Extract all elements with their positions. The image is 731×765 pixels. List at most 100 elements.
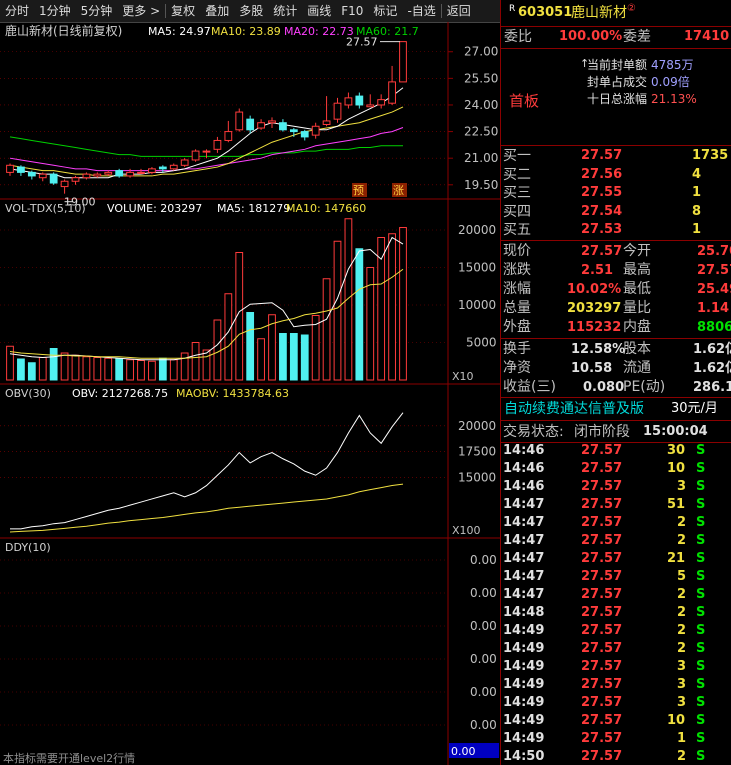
code-prefix: R — [509, 4, 516, 14]
status-label: 交易状态: — [503, 424, 564, 440]
tick-price: 27.57 — [581, 533, 623, 548]
promo-price[interactable]: 30元/月 — [671, 399, 718, 419]
seal-row-label: 十日总涨幅 — [587, 92, 648, 106]
volume-bar — [300, 334, 309, 381]
stat-label: 流通 — [623, 360, 651, 376]
stat-label: 涨跌 — [503, 262, 531, 278]
volume-bar — [60, 352, 69, 381]
toolbar-item-9[interactable]: F10 — [336, 0, 368, 22]
bid-row[interactable]: 买四 27.54 8 — [501, 203, 731, 221]
toolbar-item-8[interactable]: 画线 — [302, 0, 336, 22]
volume-bar — [169, 359, 178, 381]
toolbar-item-7[interactable]: 统计 — [268, 0, 302, 22]
tick-row[interactable]: 14:47 27.57 2 S — [501, 532, 731, 550]
volume-bar — [344, 218, 353, 381]
tick-row[interactable]: 14:47 27.57 21 S — [501, 550, 731, 568]
candle — [279, 122, 287, 131]
volume-bar — [213, 319, 222, 381]
candle — [158, 166, 167, 170]
tick-price: 27.57 — [581, 695, 623, 710]
toolbar-item-5[interactable]: 叠加 — [200, 0, 234, 22]
bid-row[interactable]: 买一 27.57 1735 — [501, 147, 731, 165]
tick-price: 27.57 — [581, 641, 623, 656]
ddy-label: DDY(10) — [5, 541, 51, 554]
vol-label: VOL-TDX(5,10) — [5, 202, 86, 215]
stat-row: 收益(三) 0.080 PE(动) 286.1 — [501, 378, 731, 397]
tick-row[interactable]: 14:46 27.57 30 S — [501, 442, 731, 460]
candle — [300, 131, 309, 138]
candle — [202, 150, 211, 153]
tick-volume: 2 — [677, 749, 687, 764]
tick-volume: 3 — [677, 659, 687, 674]
tick-volume: 2 — [677, 515, 687, 530]
tick-row[interactable]: 14:47 27.57 2 S — [501, 586, 731, 604]
toolbar-item-1[interactable]: 1分钟 — [34, 0, 76, 22]
candle — [333, 102, 342, 120]
volume-bar — [191, 342, 200, 381]
bid-row[interactable]: 买三 27.55 1 — [501, 184, 731, 202]
tick-volume: 2 — [677, 623, 687, 638]
stat-value: 12.58% — [571, 342, 626, 357]
toolbar-item-11[interactable]: -自选 — [402, 0, 440, 22]
tick-direction: S — [696, 497, 706, 512]
tick-price: 27.57 — [581, 713, 623, 728]
stat-label: PE(动) — [623, 379, 666, 395]
stat-value: 10.58 — [571, 361, 613, 376]
volume-bar — [49, 348, 58, 381]
bid-row[interactable]: 买二 27.56 4 — [501, 166, 731, 184]
tick-time: 14:47 — [503, 587, 545, 602]
toolbar-item-6[interactable]: 多股 — [234, 0, 268, 22]
y-tick-label: 0.00 — [470, 619, 497, 633]
candle — [322, 120, 331, 125]
tick-time: 14:49 — [503, 659, 545, 674]
candle — [60, 180, 69, 188]
divider — [501, 48, 731, 49]
volume-bar — [38, 357, 47, 381]
tick-price: 27.57 — [581, 569, 623, 584]
tick-row[interactable]: 14:49 27.57 2 S — [501, 640, 731, 658]
obv-unit: X100 — [452, 524, 481, 537]
stock-header: R 603051 鹿山新材 ② — [501, 2, 731, 24]
ddy-footer-note: 本指标需要开通level2行情 — [3, 751, 135, 765]
toolbar-item-4[interactable]: 复权 — [166, 0, 200, 22]
toolbar-item-2[interactable]: 5分钟 — [76, 0, 118, 22]
toolbar-item-12[interactable]: 返回 — [442, 0, 476, 22]
candle — [399, 41, 407, 83]
tick-row[interactable]: 14:49 27.57 3 S — [501, 658, 731, 676]
bid-row[interactable]: 买五 27.53 1 — [501, 221, 731, 239]
y-tick-label: 5000 — [466, 336, 497, 350]
promo-banner[interactable]: 自动续费通达信普及版 30元/月 — [501, 399, 731, 419]
tick-row[interactable]: 14:46 27.57 10 S — [501, 460, 731, 478]
weibi-label: 委比 — [504, 29, 532, 45]
tick-row[interactable]: 14:47 27.57 2 S — [501, 514, 731, 532]
tick-row[interactable]: 14:47 27.57 51 S — [501, 496, 731, 514]
tick-row[interactable]: 14:50 27.57 2 S — [501, 748, 731, 765]
candle — [246, 118, 255, 131]
tick-row[interactable]: 14:49 27.57 2 S — [501, 622, 731, 640]
tick-volume: 21 — [667, 551, 686, 566]
tick-direction: S — [696, 461, 706, 476]
toolbar-item-3[interactable]: 更多 > — [117, 0, 165, 22]
tick-row[interactable]: 14:49 27.57 3 S — [501, 676, 731, 694]
volume-bar — [27, 362, 36, 381]
promo-text[interactable]: 自动续费通达信普及版 — [504, 399, 644, 419]
tick-row[interactable]: 14:49 27.57 1 S — [501, 730, 731, 748]
tick-row[interactable]: 14:49 27.57 10 S — [501, 712, 731, 730]
candle — [257, 122, 265, 129]
bid-price: 27.57 — [581, 148, 623, 163]
tick-row[interactable]: 14:48 27.57 2 S — [501, 604, 731, 622]
candle — [311, 125, 320, 136]
stat-label: 股本 — [623, 341, 651, 357]
volume-bar — [6, 345, 14, 381]
high-price-mark: 27.57 — [346, 36, 378, 49]
toolbar-item-0[interactable]: 分时 — [0, 0, 34, 22]
toolbar-item-10[interactable]: 标记 — [368, 0, 402, 22]
tick-row[interactable]: 14:47 27.57 5 S — [501, 568, 731, 586]
stat-label: 净资 — [503, 360, 531, 376]
tick-row[interactable]: 14:46 27.57 3 S — [501, 478, 731, 496]
tick-direction: S — [696, 443, 706, 458]
board-label: 首板 — [509, 92, 540, 110]
tick-row[interactable]: 14:49 27.57 3 S — [501, 694, 731, 712]
stat-value: 115232 — [567, 320, 622, 335]
kline-chart[interactable]: 27.00 25.50 24.00 22.50 21.00 19.50 鹿山新材(日线前复权… — [0, 22, 500, 765]
